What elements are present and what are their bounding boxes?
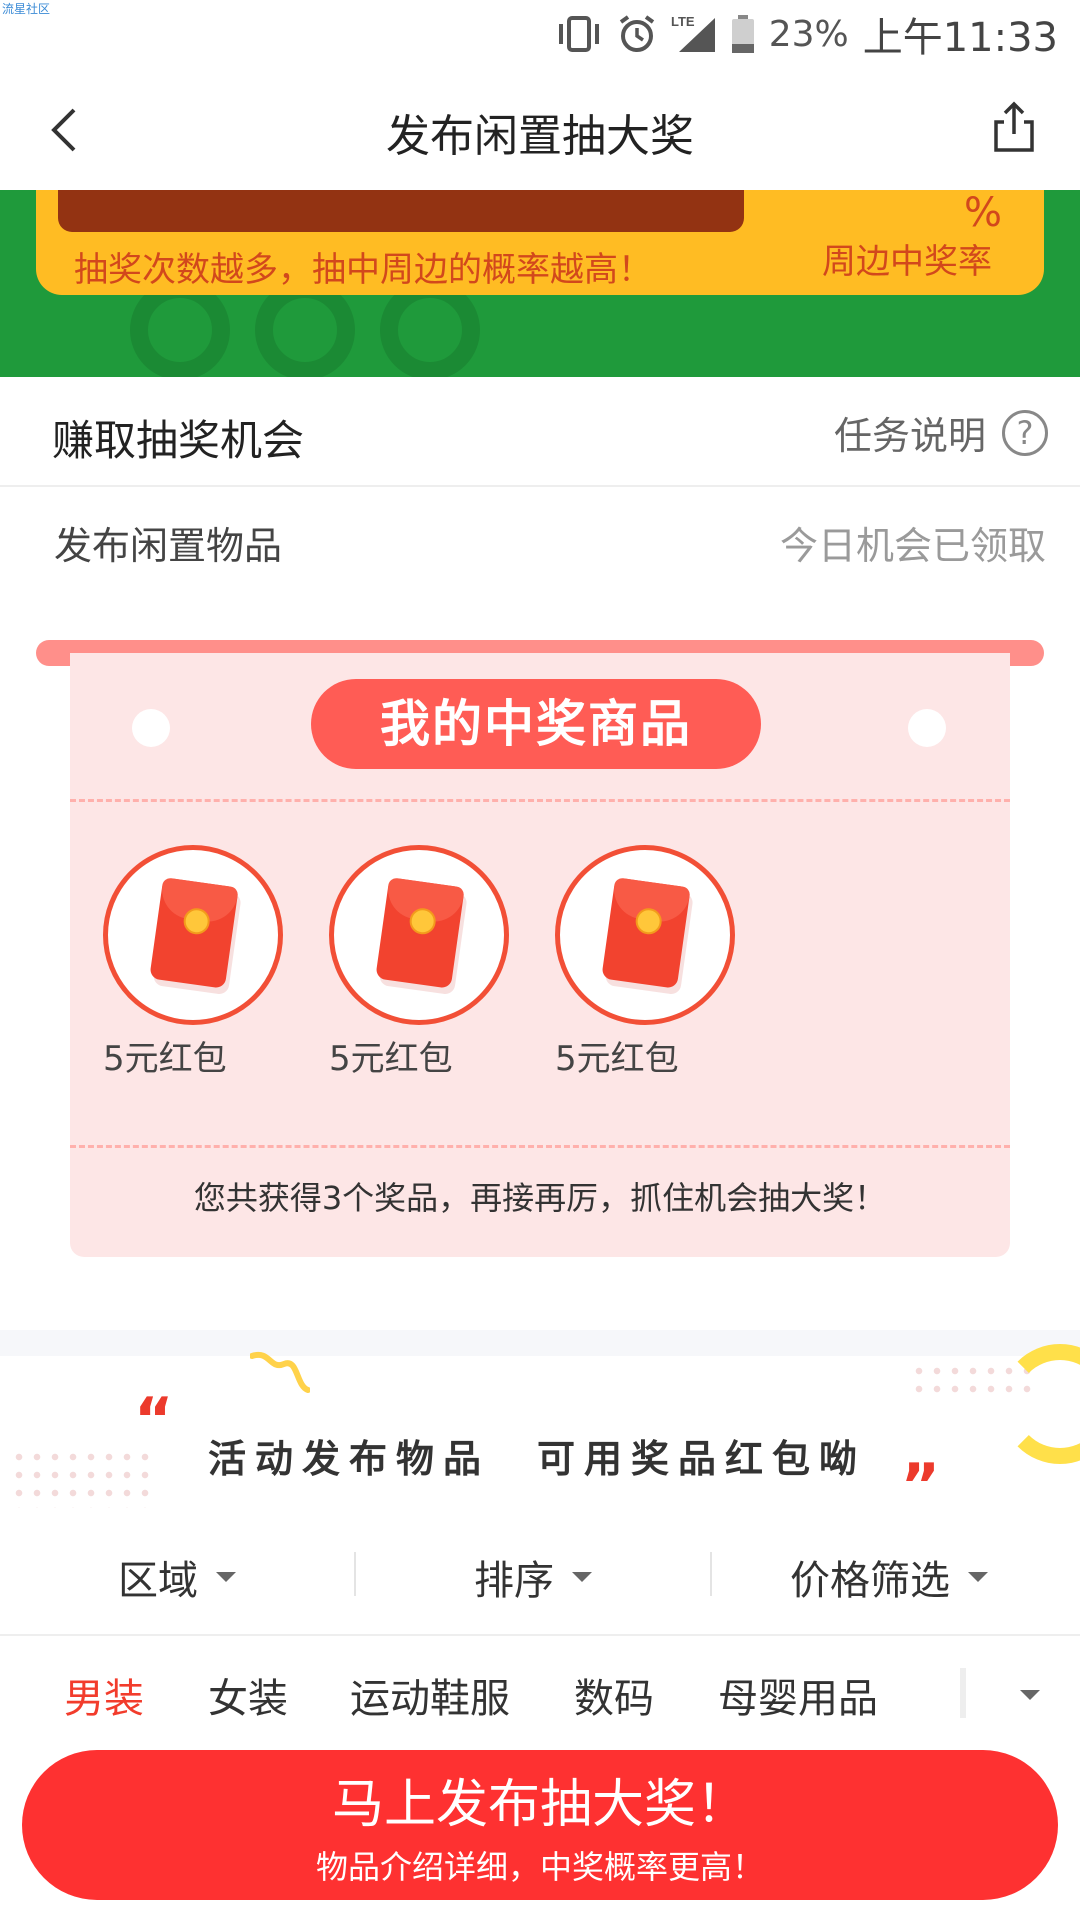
svg-text:LTE: LTE (671, 14, 695, 29)
filter-region[interactable]: 区域 (118, 1548, 236, 1606)
watermark: 流星社区 (2, 2, 51, 16)
dashed-divider (70, 799, 1010, 802)
red-envelope-icon (601, 877, 691, 989)
prize-summary: 您共获得3个奖品，再接再厉，抓住机会抽大奖！ (193, 1179, 887, 1217)
divider (710, 1552, 712, 1596)
caret-down-icon (1020, 1690, 1040, 1700)
category-tab-sports[interactable]: 运动鞋服 (350, 1666, 510, 1724)
decorative-squiggle (250, 1351, 310, 1393)
vibrate-icon (558, 16, 599, 52)
filter-price[interactable]: 价格筛选 (790, 1548, 988, 1606)
battery-percent: 23% (768, 13, 849, 55)
category-tab-womenswear[interactable]: 女装 (208, 1666, 288, 1724)
category-tab-menswear[interactable]: 男装 (64, 1666, 144, 1724)
cta-subtitle: 物品介绍详细，中奖概率更高！ (315, 1848, 764, 1886)
category-tab-baby[interactable]: 母婴用品 (718, 1666, 878, 1724)
help-icon: ? (1002, 409, 1048, 456)
prize-label: 5元红包 (555, 1039, 679, 1079)
decorative-dots (10, 1448, 150, 1508)
red-envelope-icon (149, 877, 239, 989)
share-icon (994, 101, 1034, 152)
caret-down-icon (968, 1572, 988, 1582)
clock: 上午11:33 (862, 15, 1058, 61)
share-button[interactable] (984, 98, 1044, 158)
alarm-icon (619, 15, 654, 52)
more-categories-button[interactable] (1020, 1690, 1040, 1700)
red-envelope-icon (375, 877, 465, 989)
earn-section-header: 赚取抽奖机会 任务说明 ? (0, 377, 1080, 487)
prize-thumbnail (555, 845, 735, 1025)
filter-bar: 区域 排序 价格筛选 (0, 1508, 1080, 1636)
publish-lottery-button[interactable]: 马上发布抽大奖！ 物品介绍详细，中奖概率更高！ (22, 1750, 1058, 1900)
banner-rate-label: 周边中奖率 (822, 242, 992, 282)
publish-task-row: 发布闲置物品 今日机会已领取 (0, 489, 1080, 589)
lte-signal-icon: LTE (671, 14, 715, 52)
caret-down-icon (572, 1572, 592, 1582)
filter-label: 排序 (474, 1558, 554, 1604)
category-tab-digital[interactable]: 数码 (574, 1666, 654, 1724)
earn-title: 赚取抽奖机会 (52, 416, 305, 465)
prize-label: 5元红包 (103, 1039, 227, 1079)
task-description-label: 任务说明 (833, 414, 986, 458)
caret-down-icon (216, 1572, 236, 1582)
divider (354, 1552, 356, 1596)
filter-sort[interactable]: 排序 (474, 1548, 592, 1606)
banner-percent-sign: % (963, 190, 1002, 236)
banner-card: % 抽奖次数越多，抽中周边的概率越高！ 周边中奖率 (36, 190, 1044, 295)
prize-label: 5元红包 (329, 1039, 453, 1079)
filter-label: 区域 (118, 1558, 198, 1604)
cta-title: 马上发布抽大奖！ (331, 1775, 748, 1835)
activity-text: 活动发布物品 可用奖品红包呦 (208, 1437, 867, 1481)
banner-tagline: 抽奖次数越多，抽中周边的概率越高！ (74, 250, 652, 290)
lottery-banner: % 抽奖次数越多，抽中周边的概率越高！ 周边中奖率 (0, 190, 1080, 377)
category-tabs: 男装 女装 运动鞋服 数码 母婴用品 (0, 1638, 1080, 1748)
filter-label: 价格筛选 (790, 1558, 950, 1604)
task-description-button[interactable]: 任务说明 ? (834, 405, 1048, 460)
battery-icon (731, 15, 754, 53)
page-title: 发布闲置抽大奖 (386, 111, 694, 162)
close-quote-icon: ” (900, 1451, 940, 1521)
prize-item[interactable]: 5元红包 (329, 845, 509, 1080)
nav-bar: 发布闲置抽大奖 (0, 70, 1080, 190)
prize-item[interactable]: 5元红包 (555, 845, 735, 1080)
banner-dark-strip (58, 190, 744, 232)
my-prizes-title: 我的中奖商品 (311, 679, 761, 769)
prize-item[interactable]: 5元红包 (103, 845, 283, 1080)
publish-task-status: 今日机会已领取 (779, 524, 1046, 568)
my-prizes-card: 我的中奖商品 5元红包 5元红包 5元红包 您共获得3个奖品，再接再厉，抓住机会… (70, 653, 1010, 1257)
dashed-divider (70, 1145, 1010, 1148)
status-bar: 流星社区 LTE 23% 上午11:33 (0, 0, 1080, 70)
tabs-overflow-edge (960, 1668, 966, 1718)
activity-quote: “ 活动发布物品 可用奖品红包呦 ” (0, 1330, 1080, 1516)
prize-thumbnail (329, 845, 509, 1025)
open-quote-icon: “ (134, 1385, 174, 1455)
publish-task-label: 发布闲置物品 (54, 524, 283, 568)
ticket-hole (132, 709, 170, 747)
ticket-hole (908, 709, 946, 747)
prize-thumbnail (103, 845, 283, 1025)
